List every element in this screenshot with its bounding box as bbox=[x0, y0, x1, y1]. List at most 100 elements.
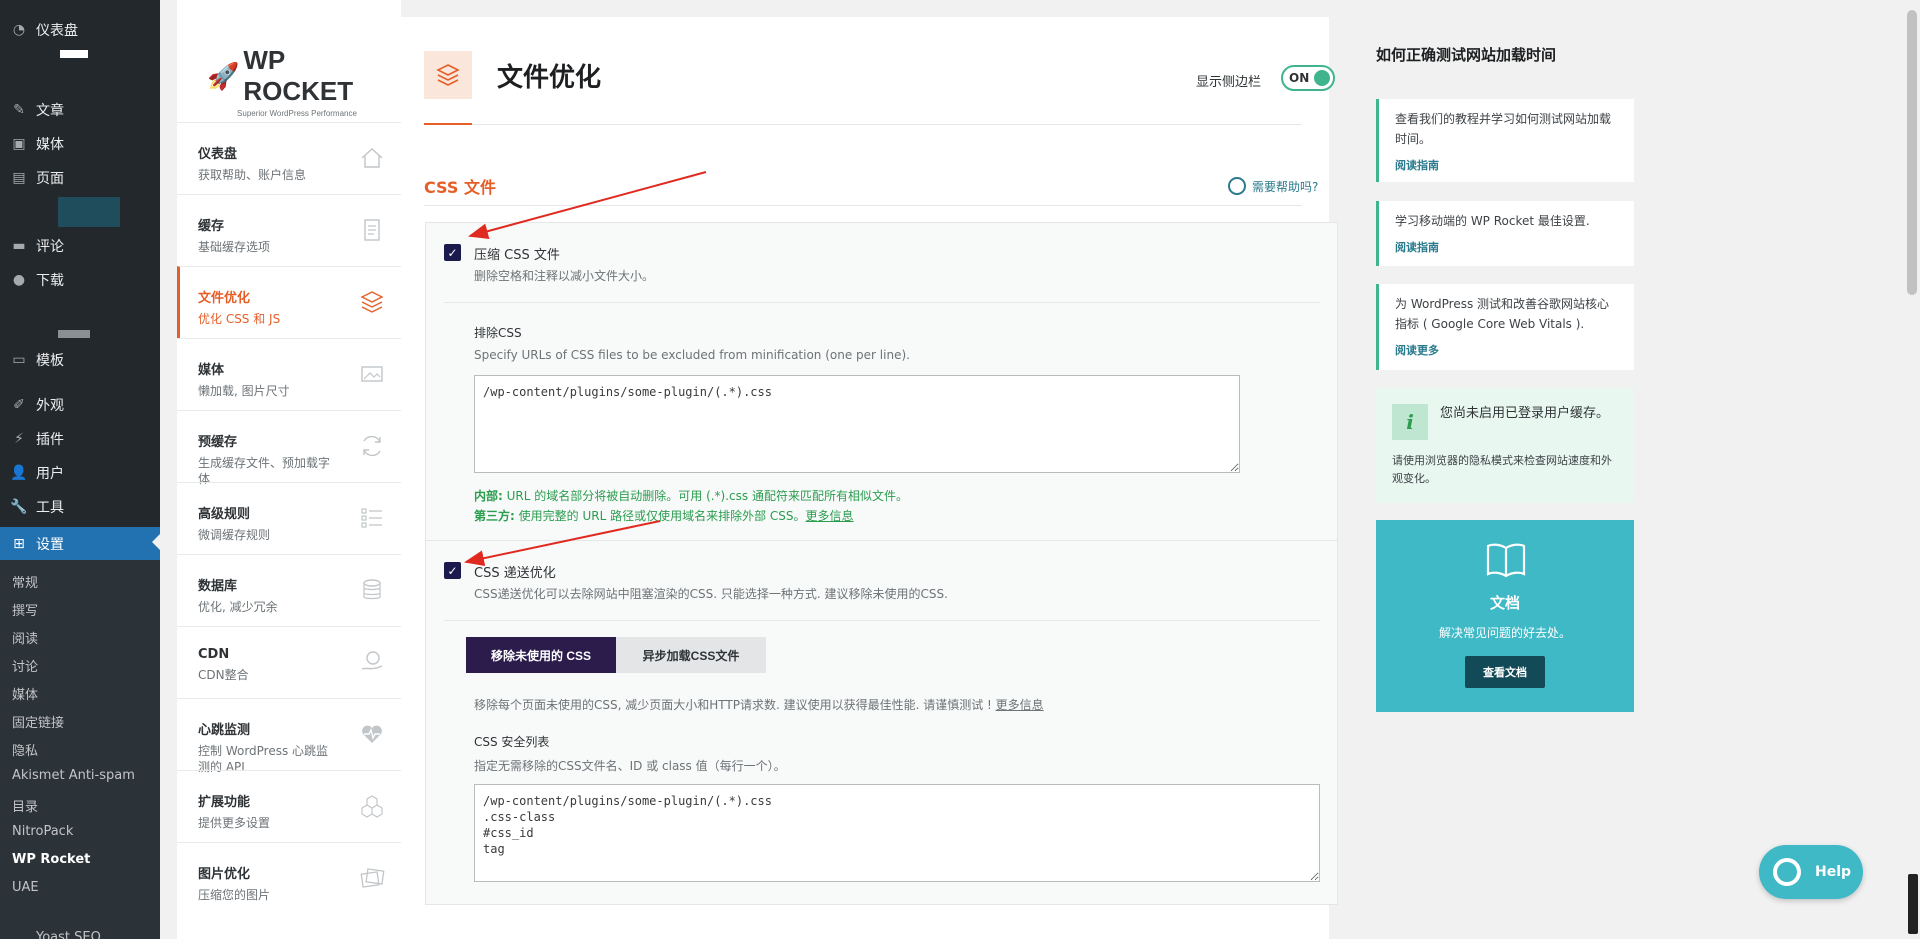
status-meter bbox=[1908, 874, 1918, 934]
nav-item-6[interactable]: 数据库 优化, 减少冗余 bbox=[177, 554, 401, 626]
login-cache-notice: i 您尚未启用已登录用户缓存。 请使用浏览器的隐私模式来检查网站速度和外观变化。 bbox=[1376, 388, 1634, 503]
info-icon: i bbox=[1392, 404, 1428, 440]
menu-templates[interactable]: ▭ 模板 bbox=[0, 345, 160, 375]
submenu-reading[interactable]: 阅读 bbox=[12, 628, 38, 647]
title-divider bbox=[472, 124, 1302, 125]
redacted-block bbox=[58, 197, 120, 227]
page-scrollbar[interactable] bbox=[1904, 0, 1920, 939]
menu-comments[interactable]: ▬ 评论 bbox=[0, 231, 160, 261]
document-icon bbox=[364, 219, 380, 241]
nav-item-desc: 懒加载, 图片尺寸 bbox=[198, 384, 290, 398]
book-icon bbox=[1486, 542, 1526, 578]
nav-item-10[interactable]: 图片优化 压缩您的图片 bbox=[177, 842, 401, 914]
menu-pages[interactable]: ▤ 页面 bbox=[0, 163, 160, 193]
exclude-note-thirdparty: 第三方: 使用完整的 URL 路径或仅使用域名来排除外部 CSS。更多信息 bbox=[474, 509, 854, 523]
layers-icon bbox=[424, 51, 472, 99]
submenu-writing[interactable]: 撰写 bbox=[12, 600, 38, 619]
exclude-css-desc: Specify URLs of CSS files to be excluded… bbox=[474, 348, 910, 362]
help-button[interactable]: Help bbox=[1759, 845, 1863, 899]
toggle-state-label: ON bbox=[1289, 71, 1310, 85]
menu-downloads[interactable]: ● 下载 bbox=[0, 265, 160, 295]
submenu-nitropack[interactable]: NitroPack bbox=[12, 824, 73, 839]
async-css-button[interactable]: 异步加载CSS文件 bbox=[616, 637, 766, 673]
logo-tagline: Superior WordPress Performance bbox=[237, 109, 357, 118]
safelist-textarea[interactable] bbox=[474, 784, 1320, 882]
nav-item-1[interactable]: 缓存 基础缓存选项 bbox=[177, 194, 401, 266]
submenu-general[interactable]: 常规 bbox=[12, 572, 38, 591]
nav-item-desc: 获取帮助、账户信息 bbox=[198, 168, 307, 182]
nav-item-4[interactable]: 预缓存 生成缓存文件、预加载字体 bbox=[177, 410, 401, 486]
toggle-knob bbox=[1314, 70, 1330, 86]
nav-item-desc: 微调缓存规则 bbox=[198, 528, 271, 542]
main-panel: 文件优化 显示侧边栏 ON CSS 文件 需要帮助吗? ✓ 压缩 CSS 文件 … bbox=[401, 17, 1338, 939]
home-icon bbox=[361, 148, 383, 168]
logo-brand: WP ROCKET bbox=[243, 45, 354, 106]
css-delivery-checkbox[interactable]: ✓ bbox=[444, 562, 461, 579]
wp-rocket-logo: 🚀 WP ROCKET Superior WordPress Performan… bbox=[207, 45, 387, 118]
wrench-icon: 🔧 bbox=[10, 499, 28, 515]
cubes-icon bbox=[361, 795, 383, 818]
submenu-wp-rocket[interactable]: WP Rocket bbox=[12, 852, 90, 867]
nav-item-5[interactable]: 高级规则 微调缓存规则 bbox=[177, 482, 401, 554]
submenu-yoast[interactable]: Yoast SEO bbox=[36, 930, 101, 939]
image-icon bbox=[361, 366, 383, 382]
brush-icon: ✐ bbox=[13, 397, 25, 413]
menu-tools[interactable]: 🔧 工具 bbox=[0, 492, 160, 522]
exclude-note-internal: 内部: URL 的域名部分将被自动删除。可用 (.*).css 通配符来匹配所有… bbox=[474, 489, 908, 503]
sidebar-toggle[interactable]: ON bbox=[1281, 65, 1335, 91]
nav-item-9[interactable]: 扩展功能 提供更多设置 bbox=[177, 770, 401, 842]
submenu-uae[interactable]: UAE bbox=[12, 880, 39, 895]
title-underline-accent bbox=[424, 123, 472, 125]
menu-users[interactable]: 👤 用户 bbox=[0, 458, 160, 488]
menu-appearance[interactable]: ✐ 外观 bbox=[0, 390, 160, 420]
heartbeat-icon bbox=[362, 725, 382, 743]
menu-posts[interactable]: ✎ 文章 bbox=[0, 95, 160, 125]
documentation-box: 文档 解决常见问题的好去处。 查看文档 bbox=[1376, 520, 1634, 712]
exclude-css-textarea[interactable] bbox=[474, 375, 1240, 473]
settings-submenu: 常规 撰写 阅读 讨论 媒体 固定链接 隐私 Akismet Anti-spam… bbox=[0, 560, 160, 939]
submenu-toc[interactable]: 目录 bbox=[12, 796, 38, 815]
user-icon: 👤 bbox=[10, 465, 28, 481]
css-options-card: ✓ 压缩 CSS 文件 删除空格和注释以减小文件大小。 排除CSS Specif… bbox=[425, 222, 1338, 905]
read-guide-link[interactable]: 阅读指南 bbox=[1395, 157, 1620, 173]
menu-media[interactable]: ▣ 媒体 bbox=[0, 129, 160, 159]
exclude-more-info-link[interactable]: 更多信息 bbox=[806, 509, 854, 523]
help-link[interactable]: 需要帮助吗? bbox=[1228, 177, 1318, 195]
remove-more-info-link[interactable]: 更多信息 bbox=[996, 698, 1044, 712]
download-icon: ● bbox=[12, 272, 26, 288]
nav-item-8[interactable]: 心跳监测 控制 WordPress 心跳监测的 API bbox=[177, 698, 401, 774]
nav-item-desc: 基础缓存选项 bbox=[198, 240, 271, 254]
read-guide-link[interactable]: 阅读指南 bbox=[1395, 239, 1620, 255]
nav-item-7[interactable]: CDN CDN整合 bbox=[177, 626, 401, 698]
scrollbar-thumb[interactable] bbox=[1907, 10, 1917, 295]
view-docs-button[interactable]: 查看文档 bbox=[1465, 656, 1545, 688]
minify-css-checkbox[interactable]: ✓ bbox=[444, 244, 461, 261]
dashboard-icon: ◔ bbox=[12, 22, 26, 38]
page-title: 文件优化 bbox=[497, 63, 602, 93]
tip-card: 学习移动端的 WP Rocket 最佳设置. 阅读指南 bbox=[1376, 201, 1634, 266]
remove-unused-css-button[interactable]: 移除未使用的 CSS bbox=[466, 637, 616, 673]
submenu-media[interactable]: 媒体 bbox=[12, 684, 38, 703]
plugin-icon: ⚡ bbox=[14, 431, 24, 447]
nav-item-2[interactable]: 文件优化 优化 CSS 和 JS bbox=[177, 266, 401, 338]
settings-icon: ⊞ bbox=[13, 536, 25, 552]
refresh-icon bbox=[363, 435, 381, 457]
submenu-privacy[interactable]: 隐私 bbox=[12, 740, 38, 759]
submenu-discussion[interactable]: 讨论 bbox=[12, 656, 38, 675]
menu-plugins[interactable]: ⚡ 插件 bbox=[0, 424, 160, 454]
menu-settings[interactable]: ⊞ 设置 bbox=[0, 527, 160, 561]
nav-item-0[interactable]: 仪表盘 获取帮助、账户信息 bbox=[177, 122, 401, 194]
nav-item-3[interactable]: 媒体 懒加载, 图片尺寸 bbox=[177, 338, 401, 410]
divider bbox=[444, 620, 1320, 621]
menu-dashboard[interactable]: ◔ 仪表盘 bbox=[0, 15, 160, 45]
redacted-block bbox=[58, 330, 90, 338]
divider bbox=[426, 540, 1337, 541]
nav-item-desc: 提供更多设置 bbox=[198, 816, 271, 830]
right-sidebar: 如何正确测试网站加载时间 查看我们的教程并学习如何测试网站加载时间。 阅读指南 … bbox=[1376, 0, 1636, 939]
css-delivery-label: CSS 递送优化 bbox=[474, 566, 556, 581]
read-more-link[interactable]: 阅读更多 bbox=[1395, 342, 1620, 358]
images-icon bbox=[360, 868, 385, 888]
comment-icon: ▬ bbox=[12, 238, 26, 254]
submenu-permalinks[interactable]: 固定链接 bbox=[12, 712, 64, 731]
submenu-akismet[interactable]: Akismet Anti-spam bbox=[12, 768, 135, 783]
